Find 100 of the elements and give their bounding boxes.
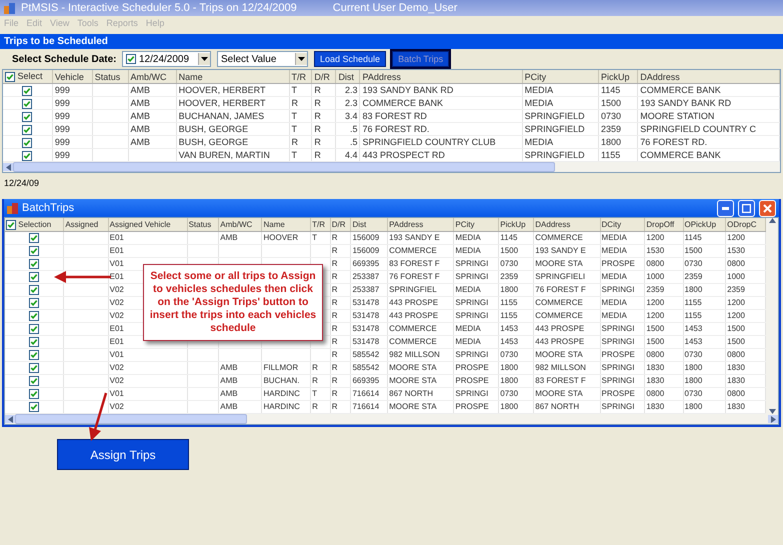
scroll-left-icon[interactable]	[6, 164, 10, 170]
checkbox[interactable]	[22, 124, 32, 135]
checkbox[interactable]	[22, 138, 32, 148]
checkbox[interactable]	[29, 246, 40, 256]
column-header[interactable]: PCity	[522, 70, 598, 84]
date-field[interactable]: 12/24/2009	[122, 51, 211, 67]
checkbox[interactable]	[29, 350, 40, 360]
checkbox[interactable]	[29, 362, 40, 373]
column-header[interactable]: Status	[92, 70, 128, 84]
column-header[interactable]: PickUp	[598, 70, 638, 84]
table-cell: T	[312, 389, 318, 398]
table-cell: COMMERCE BANK	[362, 98, 443, 108]
checkbox[interactable]	[22, 112, 32, 122]
table-cell: 1500	[727, 324, 745, 333]
table-cell: AMB	[220, 376, 238, 385]
checkbox[interactable]	[29, 258, 40, 269]
table-cell: R	[332, 246, 338, 255]
table-cell: 1500	[600, 98, 621, 108]
checkbox[interactable]	[5, 72, 15, 82]
column-header[interactable]: DAddress	[534, 218, 600, 232]
column-header[interactable]: Dist	[350, 218, 388, 232]
table-cell: MOORE STA	[389, 376, 437, 385]
table-cell: VAN BUREN, MARTIN	[178, 150, 270, 160]
column-header[interactable]: Assigned	[64, 218, 108, 232]
table-cell: AMB	[130, 124, 150, 134]
table-cell: 253387	[352, 272, 380, 281]
checkbox[interactable]	[22, 150, 32, 161]
column-header[interactable]: Name	[176, 70, 290, 84]
column-header[interactable]: Select	[3, 70, 52, 84]
table-cell: R	[332, 259, 338, 268]
column-header[interactable]: Amb/WC	[218, 218, 262, 232]
column-header[interactable]: PAddress	[388, 218, 454, 232]
column-header[interactable]: Vehicle	[52, 70, 92, 84]
column-header[interactable]: Assigned Vehicle	[108, 218, 188, 232]
table-cell: MOORE STA	[535, 350, 583, 359]
table-cell: 0800	[646, 389, 664, 398]
column-header[interactable]: T/R	[289, 70, 312, 84]
checkbox[interactable]	[29, 336, 40, 347]
table-cell: 1000	[646, 272, 664, 281]
checkbox[interactable]	[22, 98, 32, 109]
column-header[interactable]: T/R	[310, 218, 330, 232]
checkbox[interactable]	[29, 272, 40, 282]
column-header[interactable]: OPickUp	[683, 218, 726, 232]
table-cell: 0730	[600, 111, 621, 121]
checkbox[interactable]	[29, 324, 40, 334]
status-text: 12/24/09	[3, 177, 40, 190]
checkbox[interactable]	[29, 298, 40, 308]
column-header[interactable]: Dist	[336, 70, 360, 84]
table-cell: 1200	[727, 311, 745, 320]
table-cell: SPRINGI	[455, 311, 488, 320]
table-cell: MEDIA	[455, 337, 481, 346]
table-cell: BUSH, GEORGE	[178, 137, 248, 147]
table-cell: 1800	[500, 363, 518, 372]
column-header[interactable]: D/R	[330, 218, 351, 232]
checkbox[interactable]	[29, 376, 40, 386]
table-cell: 1830	[727, 363, 745, 372]
minimize-button[interactable]	[717, 200, 734, 216]
close-button[interactable]	[759, 200, 776, 216]
maximize-button[interactable]	[738, 200, 755, 216]
scroll-right-icon[interactable]	[770, 416, 776, 422]
table-cell: AMB	[220, 402, 238, 411]
table-cell: SPRINGFIELI	[535, 272, 586, 281]
checkbox[interactable]	[126, 54, 136, 64]
column-header[interactable]: Name	[262, 218, 311, 232]
checkbox[interactable]	[22, 86, 32, 96]
checkbox[interactable]	[29, 310, 40, 321]
scrollbar-thumb[interactable]	[15, 414, 247, 424]
table-cell: .5	[350, 124, 358, 134]
checkbox[interactable]	[29, 232, 40, 243]
column-header[interactable]: PAddress	[360, 70, 522, 84]
column-header[interactable]: Status	[187, 218, 219, 232]
checkbox[interactable]	[29, 388, 40, 399]
table-cell: R	[312, 363, 318, 372]
assign-trips-button[interactable]: Assign Trips	[57, 439, 189, 470]
column-header[interactable]: ODropC	[726, 218, 766, 232]
column-header[interactable]: DropOff	[644, 218, 683, 232]
table-cell: 669395	[352, 376, 380, 385]
column-header[interactable]: PCity	[454, 218, 499, 232]
table-cell: BUSH, GEORGE	[178, 124, 248, 134]
column-header[interactable]: Amb/WC	[128, 70, 176, 84]
toolbar-button[interactable]: Load Schedule	[314, 51, 386, 67]
column-header[interactable]: Selection	[5, 218, 64, 232]
scroll-left-icon[interactable]	[8, 416, 12, 422]
maximize-icon	[742, 204, 751, 212]
table-cell: 4.4	[344, 150, 358, 160]
checkbox[interactable]	[29, 402, 40, 412]
scrollbar-thumb[interactable]	[13, 162, 555, 172]
checkbox[interactable]	[6, 220, 16, 230]
table-cell: MEDIA	[524, 85, 554, 95]
column-header[interactable]: DCity	[600, 218, 645, 232]
column-header[interactable]: DAddress	[638, 70, 780, 84]
table-cell: HARDINC	[263, 389, 300, 398]
minimize-icon	[722, 206, 729, 210]
table-cell: 443 PROSPECT RD	[362, 150, 445, 160]
column-header[interactable]: D/R	[312, 70, 336, 84]
checkbox[interactable]	[29, 284, 40, 295]
table-cell: 1530	[646, 246, 664, 255]
table-cell: 1800	[684, 363, 702, 372]
column-header[interactable]: PickUp	[498, 218, 534, 232]
select-field[interactable]: Select Value	[217, 51, 308, 67]
